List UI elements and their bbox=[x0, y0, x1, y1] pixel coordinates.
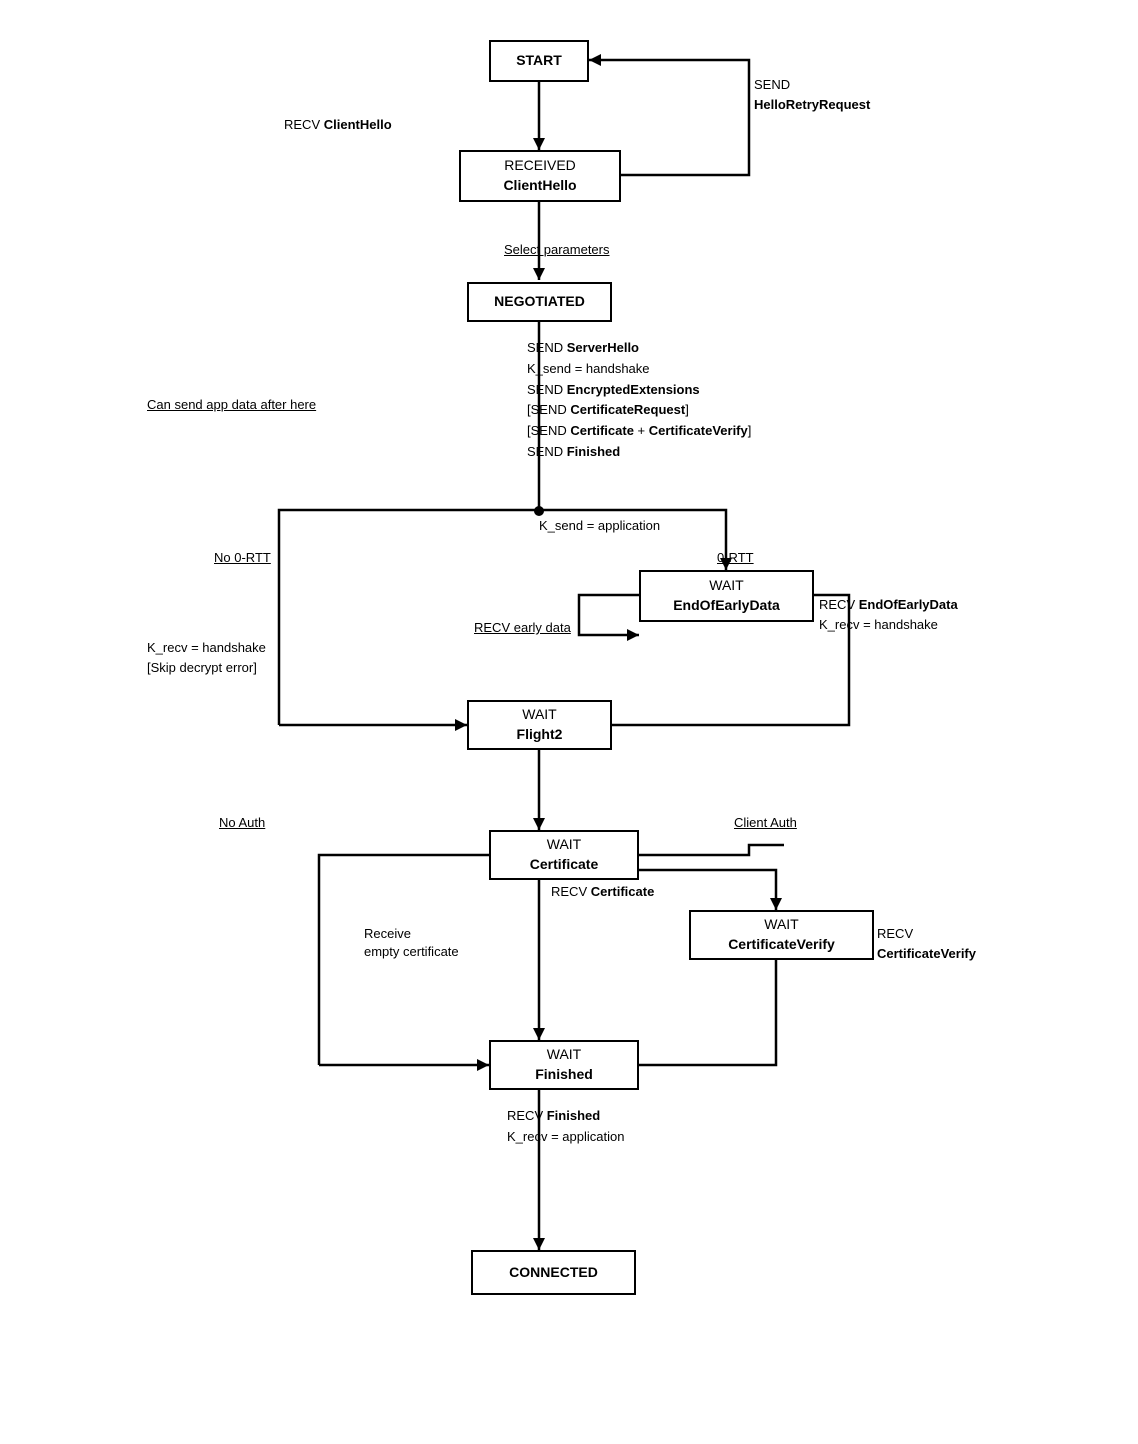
annotation-recv-finished: RECV Finished K_recv = application bbox=[507, 1106, 624, 1148]
state-start: START bbox=[489, 40, 589, 82]
annotation-k-recv-handshake: K_recv = handshake [Skip decrypt error] bbox=[147, 638, 266, 677]
branch-dot bbox=[534, 506, 544, 516]
state-wait-certificate: WAIT Certificate bbox=[489, 830, 639, 880]
state-received-bold: ClientHello bbox=[503, 176, 576, 196]
state-negotiated: NEGOTIATED bbox=[467, 282, 612, 322]
state-wait-eoed-top: WAIT bbox=[709, 576, 743, 596]
state-wait-certverify: WAIT CertificateVerify bbox=[689, 910, 874, 960]
annotation-send-block: SEND ServerHello K_send = handshake SEND… bbox=[527, 338, 751, 463]
state-wait-flight2: WAIT Flight2 bbox=[467, 700, 612, 750]
state-wait-finished: WAIT Finished bbox=[489, 1040, 639, 1090]
state-wait-eoed: WAIT EndOfEarlyData bbox=[639, 570, 814, 622]
annotation-recv-eoed: RECV EndOfEarlyData K_recv = handshake bbox=[819, 595, 958, 634]
annotation-send-hello-retry: SENDHelloRetryRequest bbox=[754, 75, 870, 114]
annotation-no-auth: No Auth bbox=[219, 813, 265, 833]
state-wait-finished-bold: Finished bbox=[535, 1065, 593, 1085]
state-connected-label: CONNECTED bbox=[509, 1263, 598, 1283]
state-start-label: START bbox=[516, 51, 562, 71]
state-wait-eoed-bold: EndOfEarlyData bbox=[673, 596, 780, 616]
annotation-no-0rtt: No 0-RTT bbox=[214, 548, 271, 568]
annotation-0rtt: 0-RTT bbox=[717, 548, 754, 568]
annotation-recv-certificate: RECV Certificate bbox=[551, 882, 654, 902]
state-negotiated-label: NEGOTIATED bbox=[494, 292, 585, 312]
state-received-label: RECEIVED bbox=[504, 156, 576, 176]
annotation-recv-empty-cert: Receiveempty certificate bbox=[364, 925, 459, 961]
state-wait-cert-top: WAIT bbox=[547, 835, 581, 855]
state-wait-finished-top: WAIT bbox=[547, 1045, 581, 1065]
annotation-can-send-app: Can send app data after here bbox=[147, 395, 316, 415]
state-wait-flight2-bold: Flight2 bbox=[517, 725, 563, 745]
annotation-client-auth: Client Auth bbox=[734, 813, 797, 833]
annotation-recv-clienthello: RECV ClientHello bbox=[284, 115, 392, 135]
state-wait-cert-bold: Certificate bbox=[530, 855, 598, 875]
state-wait-flight2-top: WAIT bbox=[522, 705, 556, 725]
state-wait-certverify-bold: CertificateVerify bbox=[728, 935, 835, 955]
state-wait-certverify-top: WAIT bbox=[764, 915, 798, 935]
state-received-clienthello: RECEIVED ClientHello bbox=[459, 150, 621, 202]
annotation-select-parameters: Select parameters bbox=[504, 240, 610, 260]
state-diagram: START RECEIVED ClientHello NEGOTIATED WA… bbox=[119, 20, 1019, 1420]
state-connected: CONNECTED bbox=[471, 1250, 636, 1295]
annotation-recv-certverify: RECVCertificateVerify bbox=[877, 924, 976, 963]
annotation-recv-early-data: RECV early data bbox=[474, 618, 571, 638]
annotation-k-send-app: K_send = application bbox=[539, 516, 660, 536]
